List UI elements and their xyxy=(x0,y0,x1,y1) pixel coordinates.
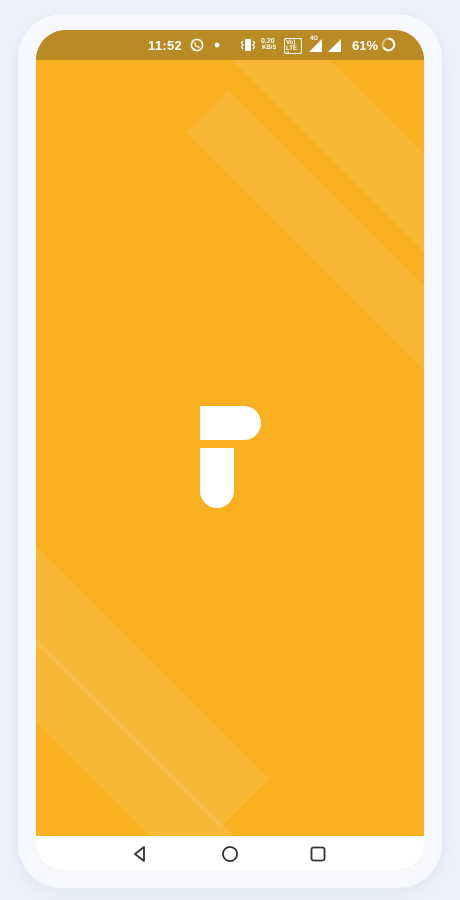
whatsapp-icon xyxy=(190,38,204,52)
status-bar: 11:52 0.20 KB/S Vo) LTE 2 4G 61% xyxy=(36,30,424,60)
signal-icon xyxy=(328,39,341,52)
phone-screen: 11:52 0.20 KB/S Vo) LTE 2 4G 61% xyxy=(36,30,424,870)
splash-screen xyxy=(36,60,424,836)
network-speed-value: 0.20 xyxy=(261,38,275,45)
status-time: 11:52 xyxy=(148,38,183,53)
app-logo-icon xyxy=(200,406,261,508)
network-speed-unit: KB/S xyxy=(262,45,277,51)
dot-icon xyxy=(214,42,220,48)
battery-percent: 61% xyxy=(352,38,379,53)
signal-icon xyxy=(309,39,322,52)
recents-icon[interactable] xyxy=(307,843,329,865)
back-icon[interactable] xyxy=(129,843,151,865)
navigation-bar xyxy=(36,836,424,870)
volte-badge: Vo) LTE 2 xyxy=(284,38,302,54)
battery-ring-icon xyxy=(381,37,396,52)
vibrate-icon xyxy=(240,39,256,51)
home-icon[interactable] xyxy=(219,843,241,865)
